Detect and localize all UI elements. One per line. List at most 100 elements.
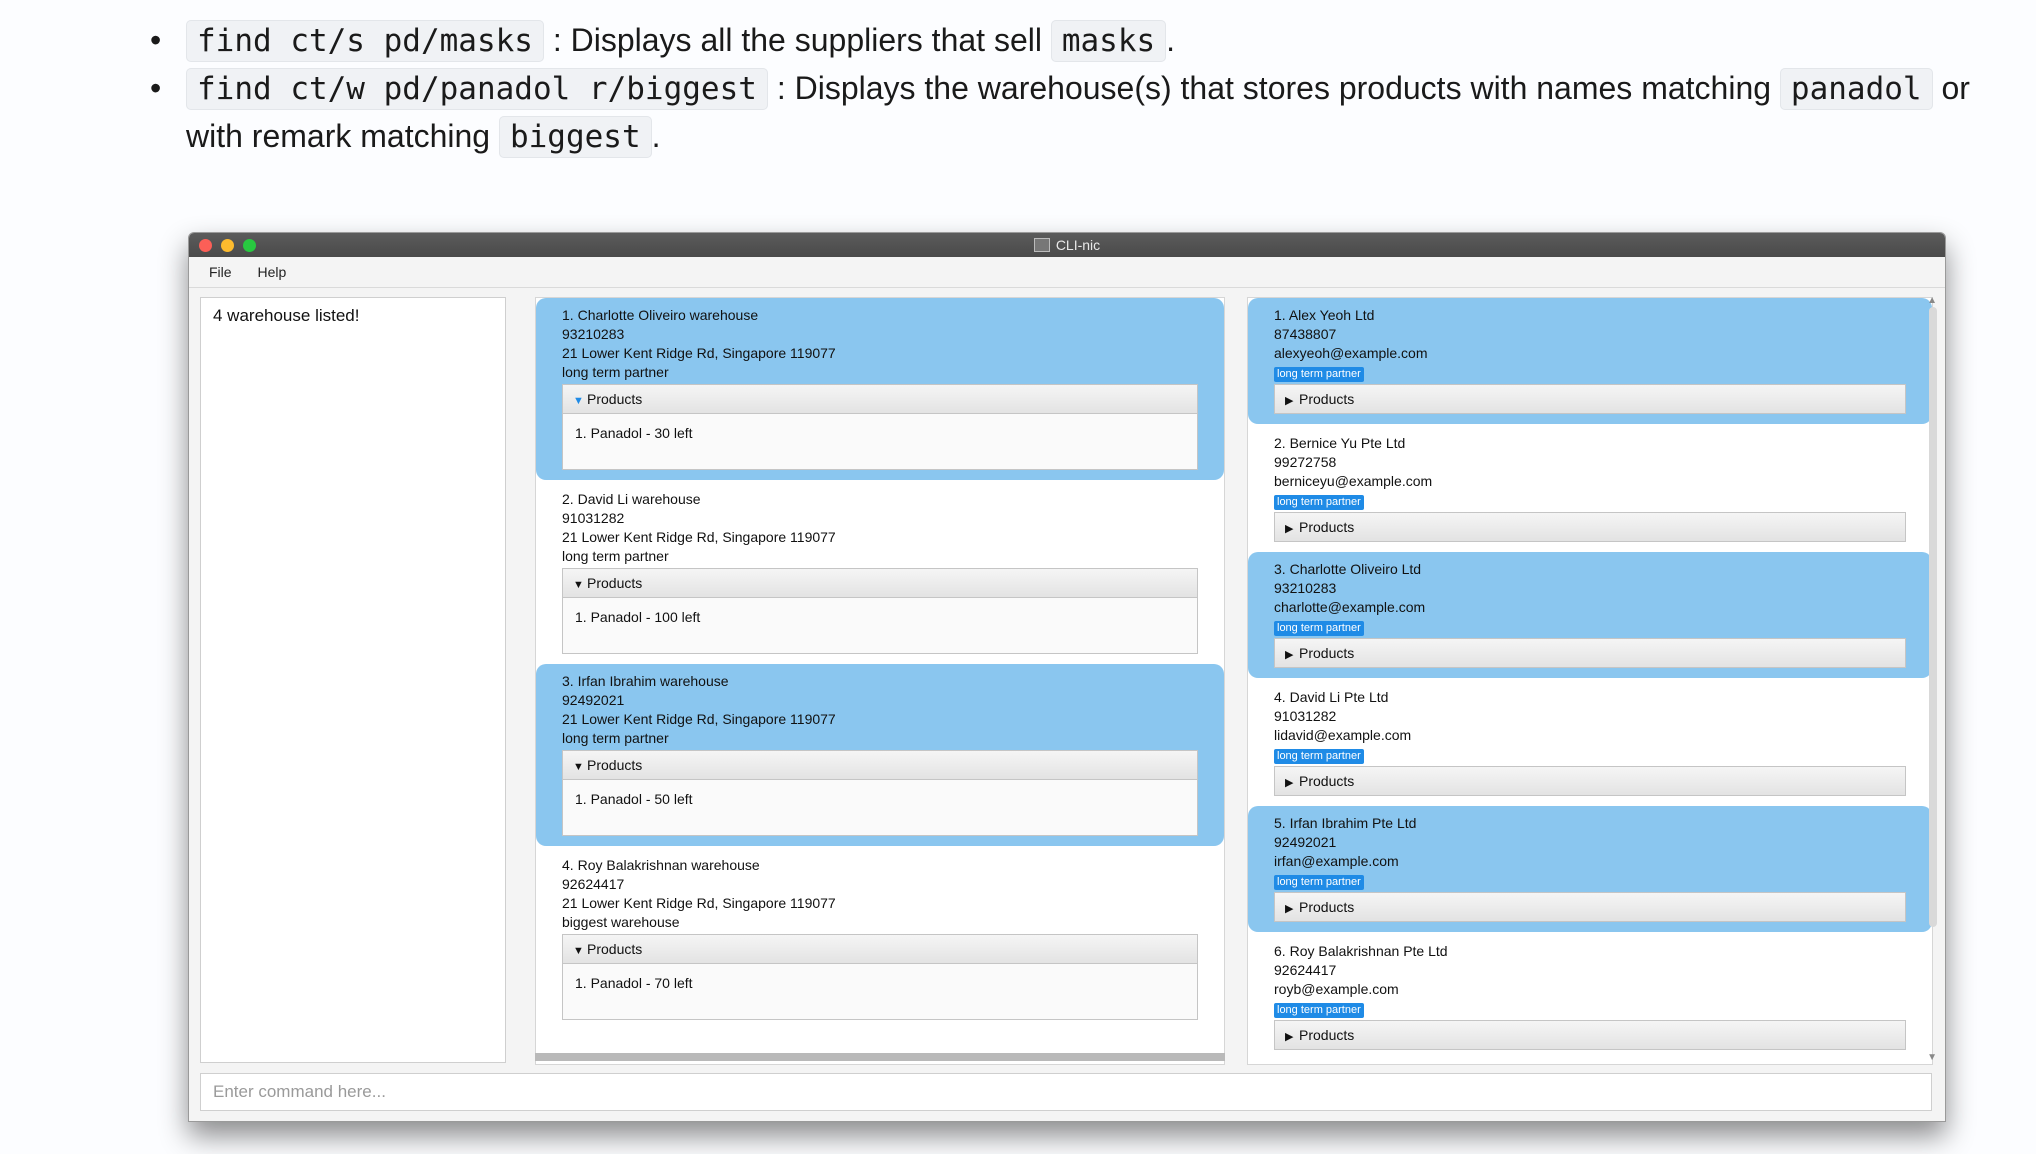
expand-arrow-icon: ▼ bbox=[573, 761, 584, 773]
remark-tag: long term partner bbox=[1274, 621, 1364, 636]
scroll-down-icon[interactable]: ▼ bbox=[1927, 1052, 1937, 1063]
remark-tag: long term partner bbox=[1274, 749, 1364, 764]
warehouse-title: 4. Roy Balakrishnan warehouse bbox=[562, 856, 1198, 875]
command-input[interactable]: Enter command here... bbox=[200, 1073, 1932, 1111]
products-list: 1. Panadol - 30 left bbox=[562, 414, 1198, 470]
warehouse-phone: 92492021 bbox=[562, 692, 625, 708]
supplier-title: 4. David Li Pte Ltd bbox=[1274, 688, 1906, 707]
code-snippet: masks bbox=[1050, 20, 1167, 62]
warehouse-address: 21 Lower Kent Ridge Rd, Singapore 119077 bbox=[562, 895, 836, 911]
products-toggle[interactable]: ▼ Products bbox=[562, 384, 1198, 414]
supplier-phone: 93210283 bbox=[1274, 580, 1337, 596]
warehouse-remark: long term partner bbox=[562, 364, 669, 380]
supplier-list[interactable]: 1. Alex Yeoh Ltd 87438807 alexyeoh@example… bbox=[1247, 297, 1933, 1065]
bullet-text: or bbox=[1941, 70, 1970, 106]
supplier-name: Bernice Yu Pte Ltd bbox=[1289, 435, 1406, 451]
warehouse-name: Irfan Ibrahim warehouse bbox=[577, 673, 729, 689]
warehouse-phone: 91031282 bbox=[562, 510, 625, 526]
bullet-text: with remark matching bbox=[186, 118, 491, 154]
app-window: CLI-nic File Help 4 warehouse listed! 1.… bbox=[188, 232, 1946, 1122]
close-window-button[interactable] bbox=[199, 239, 212, 252]
supplier-name: Irfan Ibrahim Pte Ltd bbox=[1289, 815, 1417, 831]
warehouse-title: 2. David Li warehouse bbox=[562, 490, 1198, 509]
supplier-card[interactable]: 3. Charlotte Oliveiro Ltd 93210283 charlot… bbox=[1248, 552, 1932, 678]
result-display: 4 warehouse listed! bbox=[200, 297, 506, 1063]
supplier-name: Alex Yeoh Ltd bbox=[1288, 307, 1375, 323]
products-toggle[interactable]: ▼ Products bbox=[562, 568, 1198, 598]
code-snippet: find ct/s pd/masks bbox=[186, 20, 544, 62]
code-snippet: panadol bbox=[1779, 68, 1933, 110]
warehouse-address: 21 Lower Kent Ridge Rd, Singapore 119077 bbox=[562, 711, 836, 727]
collapse-arrow-icon: ▶ bbox=[1285, 1031, 1294, 1043]
collapse-arrow-icon: ▶ bbox=[1285, 777, 1294, 789]
app-icon bbox=[1033, 238, 1050, 252]
products-toggle[interactable]: ▶ Products bbox=[1274, 1020, 1906, 1050]
products-toggle[interactable]: ▶ Products bbox=[1274, 766, 1906, 796]
window-title: CLI-nic bbox=[1055, 237, 1101, 253]
products-toggle[interactable]: ▶ Products bbox=[1274, 512, 1906, 542]
supplier-tags: long term partner bbox=[1274, 745, 1906, 764]
warehouse-card[interactable]: 4. Roy Balakrishnan warehouse 92624417 21 … bbox=[536, 848, 1224, 1030]
supplier-tags: long term partner bbox=[1274, 871, 1906, 890]
warehouse-index: 2. bbox=[562, 491, 574, 507]
supplier-name: Roy Balakrishnan Pte Ltd bbox=[1289, 943, 1448, 959]
minimize-window-button[interactable] bbox=[221, 239, 234, 252]
warehouse-card[interactable]: 1. Charlotte Oliveiro warehouse 93210283 2… bbox=[536, 298, 1224, 480]
supplier-email: irfan@example.com bbox=[1274, 853, 1399, 869]
supplier-card[interactable]: 1. Alex Yeoh Ltd 87438807 alexyeoh@example… bbox=[1248, 298, 1932, 424]
scroll-thumb[interactable] bbox=[1929, 307, 1937, 927]
bullet-item-find-suppliers: find ct/s pd/masks : Displays all the su… bbox=[186, 16, 1175, 65]
supplier-phone: 92492021 bbox=[1274, 834, 1337, 850]
bullet-continuation: with remark matching biggest. bbox=[186, 112, 661, 161]
remark-tag: long term partner bbox=[1274, 495, 1364, 510]
products-toggle[interactable]: ▼ Products bbox=[562, 934, 1198, 964]
products-list: 1. Panadol - 50 left bbox=[562, 780, 1198, 836]
menu-help[interactable]: Help bbox=[257, 264, 286, 280]
products-label: Products bbox=[1299, 1027, 1355, 1043]
warehouse-card[interactable]: 3. Irfan Ibrahim warehouse 92492021 21 Low… bbox=[536, 664, 1224, 846]
menu-file[interactable]: File bbox=[209, 264, 232, 280]
bullet-text: : Displays the warehouse(s) that stores … bbox=[776, 70, 1772, 106]
bullet-marker: • bbox=[150, 22, 162, 58]
products-label: Products bbox=[587, 391, 643, 407]
product-item: 1. Panadol - 50 left bbox=[575, 791, 693, 807]
code-snippet: find ct/w pd/panadol r/biggest bbox=[186, 68, 768, 110]
expand-arrow-icon: ▼ bbox=[573, 579, 584, 591]
warehouse-index: 4. bbox=[562, 857, 574, 873]
supplier-card[interactable]: 5. Irfan Ibrahim Pte Ltd 92492021 irfan@ex… bbox=[1248, 806, 1932, 932]
supplier-email: lidavid@example.com bbox=[1274, 727, 1412, 743]
command-placeholder: Enter command here... bbox=[213, 1082, 386, 1101]
supplier-card[interactable]: 2. Bernice Yu Pte Ltd 99272758 berniceyu@e… bbox=[1248, 426, 1932, 552]
products-toggle[interactable]: ▶ Products bbox=[1274, 638, 1906, 668]
products-list: 1. Panadol - 100 left bbox=[562, 598, 1198, 654]
products-toggle[interactable]: ▶ Products bbox=[1274, 892, 1906, 922]
remark-tag: long term partner bbox=[1274, 875, 1364, 890]
collapse-arrow-icon: ▶ bbox=[1285, 649, 1294, 661]
warehouse-phone: 92624417 bbox=[562, 876, 625, 892]
product-item: 1. Panadol - 30 left bbox=[575, 425, 693, 441]
supplier-card[interactable]: 4. David Li Pte Ltd 91031282 lidavid@examp… bbox=[1248, 680, 1932, 806]
warehouse-title: 1. Charlotte Oliveiro warehouse bbox=[562, 306, 1198, 325]
warehouse-card[interactable]: 2. David Li warehouse 91031282 21 Lower Ke… bbox=[536, 482, 1224, 664]
products-toggle[interactable]: ▼ Products bbox=[562, 750, 1198, 780]
warehouse-list[interactable]: 1. Charlotte Oliveiro warehouse 93210283 2… bbox=[535, 297, 1225, 1065]
collapse-arrow-icon: ▶ bbox=[1285, 903, 1294, 915]
code-snippet: biggest bbox=[498, 116, 652, 158]
scroll-up-icon[interactable]: ▲ bbox=[1927, 295, 1937, 306]
warehouse-remark: long term partner bbox=[562, 548, 669, 564]
supplier-title: 6. Roy Balakrishnan Pte Ltd bbox=[1274, 942, 1906, 961]
bullet-item-find-warehouses: find ct/w pd/panadol r/biggest : Display… bbox=[186, 64, 1986, 113]
supplier-email: berniceyu@example.com bbox=[1274, 473, 1433, 489]
products-toggle[interactable]: ▶ Products bbox=[1274, 384, 1906, 414]
expand-arrow-icon: ▼ bbox=[573, 945, 584, 957]
supplier-phone: 91031282 bbox=[1274, 708, 1337, 724]
products-label: Products bbox=[1299, 645, 1355, 661]
horizontal-scrollbar[interactable] bbox=[535, 1053, 1225, 1061]
remark-tag: long term partner bbox=[1274, 367, 1364, 382]
maximize-window-button[interactable] bbox=[243, 239, 256, 252]
products-label: Products bbox=[587, 941, 643, 957]
products-label: Products bbox=[1299, 899, 1355, 915]
vertical-scrollbar[interactable]: ▲ ▼ bbox=[1925, 295, 1937, 1063]
supplier-card[interactable]: 6. Roy Balakrishnan Pte Ltd 92624417 royb@… bbox=[1248, 934, 1932, 1060]
products-list: 1. Panadol - 70 left bbox=[562, 964, 1198, 1020]
